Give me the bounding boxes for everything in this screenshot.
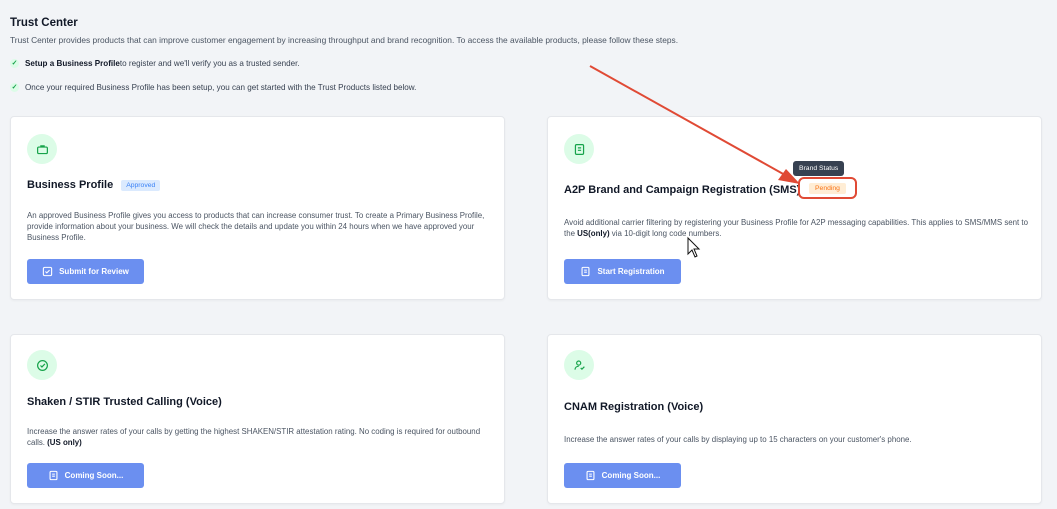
- a2p-registration-card: A2P Brand and Campaign Registration (SMS…: [547, 116, 1042, 300]
- status-badge-approved: Approved: [121, 179, 161, 191]
- card-description: Increase the answer rates of your calls …: [27, 426, 497, 448]
- card-title: Shaken / STIR Trusted Calling (Voice): [27, 396, 222, 408]
- user-check-icon: [564, 350, 594, 380]
- trust-center-header: Trust Center Trust Center provides produ…: [10, 17, 1050, 45]
- checkmark-icon: ✓: [10, 83, 19, 92]
- card-title: CNAM Registration (Voice): [564, 401, 704, 413]
- coming-soon-button[interactable]: Coming Soon...: [564, 463, 681, 488]
- card-description: An approved Business Profile gives you a…: [27, 211, 485, 242]
- checkmark-icon: ✓: [10, 59, 19, 68]
- desc-text: Increase the answer rates of your calls …: [27, 427, 481, 447]
- submit-for-review-button[interactable]: Submit for Review: [27, 259, 144, 284]
- card-description: Avoid additional carrier filtering by re…: [564, 217, 1034, 239]
- desc-bold-text: (US only): [47, 438, 82, 447]
- step-item: ✓ Once your required Business Profile ha…: [10, 83, 416, 92]
- checkbox-edit-icon: [42, 266, 53, 277]
- page-description: Trust Center provides products that can …: [10, 35, 679, 45]
- shield-check-icon: [27, 350, 57, 380]
- desc-bold-text: US(only): [577, 229, 610, 238]
- shaken-stir-card: Shaken / STIR Trusted Calling (Voice) In…: [10, 334, 505, 504]
- coming-soon-button[interactable]: Coming Soon...: [27, 463, 144, 488]
- document-icon: [581, 266, 590, 277]
- start-registration-button[interactable]: Start Registration: [564, 259, 681, 284]
- step-bold-text: Setup a Business Profile: [25, 59, 120, 68]
- step-item: ✓ Setup a Business Profile to register a…: [10, 59, 300, 68]
- business-profile-card: Business Profile Approved An approved Bu…: [10, 116, 505, 300]
- document-icon: [564, 134, 594, 164]
- card-title: A2P Brand and Campaign Registration (SMS…: [564, 184, 801, 196]
- button-label: Submit for Review: [59, 267, 129, 276]
- button-label: Start Registration: [597, 267, 665, 276]
- button-label: Coming Soon...: [601, 471, 661, 480]
- button-label: Coming Soon...: [64, 471, 124, 480]
- pending-highlight: Pending: [798, 177, 857, 199]
- briefcase-icon: [27, 134, 57, 164]
- document-icon: [586, 470, 595, 481]
- document-icon: [49, 470, 58, 481]
- step-text: to register and we'll verify you as a tr…: [119, 59, 300, 68]
- card-description: Increase the answer rates of your calls …: [564, 435, 912, 444]
- card-title: Business Profile Approved: [27, 179, 161, 191]
- desc-text: via 10-digit long code numbers.: [609, 229, 722, 238]
- cnam-registration-card: CNAM Registration (Voice) Increase the a…: [547, 334, 1042, 504]
- page-title: Trust Center: [10, 17, 78, 29]
- card-title-text: Business Profile: [27, 179, 114, 191]
- status-badge-pending[interactable]: Pending: [809, 182, 846, 194]
- brand-status-tooltip: Brand Status: [793, 161, 845, 176]
- step-text: Once your required Business Profile has …: [25, 83, 417, 92]
